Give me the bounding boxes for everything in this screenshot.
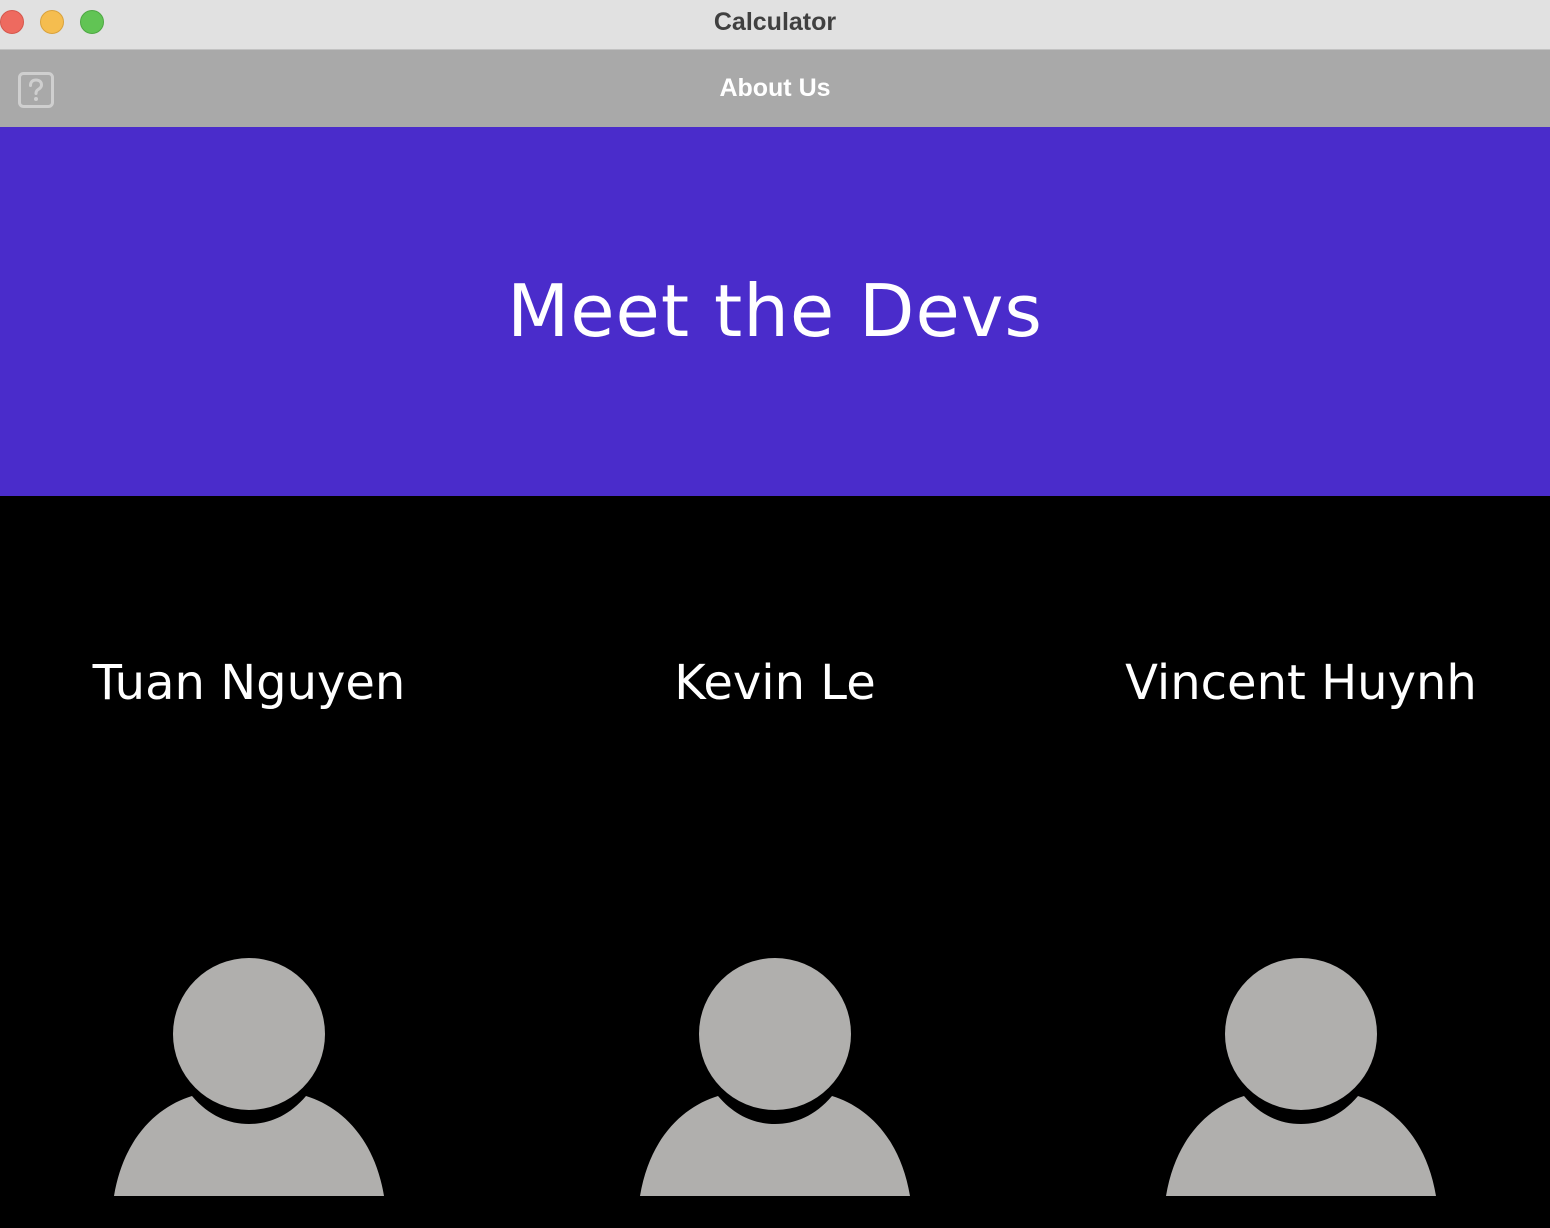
dev-name: Vincent Huynh (1125, 655, 1477, 711)
dev-card: Kevin Le (512, 496, 1038, 1228)
window-titlebar[interactable]: Calculator (0, 0, 1550, 50)
dev-card: Tuan Nguyen (0, 496, 512, 1228)
person-avatar-icon (114, 956, 384, 1196)
app-header-bar: About Us (0, 50, 1550, 127)
hero-title: Meet the Devs (507, 269, 1043, 353)
window-title: Calculator (713, 8, 837, 36)
dev-name: Kevin Le (674, 655, 876, 711)
person-avatar-icon (1166, 956, 1436, 1196)
page-title: About Us (719, 74, 831, 102)
person-avatar-icon (640, 956, 910, 1196)
devs-section: Tuan Nguyen Kevin Le Vincent Huynh (0, 496, 1550, 1228)
app-window: Calculator About Us Meet the Devs Tuan N… (0, 0, 1550, 1228)
dev-card: Vincent Huynh (1038, 496, 1550, 1228)
hero-banner: Meet the Devs (0, 127, 1550, 496)
dev-name: Tuan Nguyen (92, 655, 406, 711)
